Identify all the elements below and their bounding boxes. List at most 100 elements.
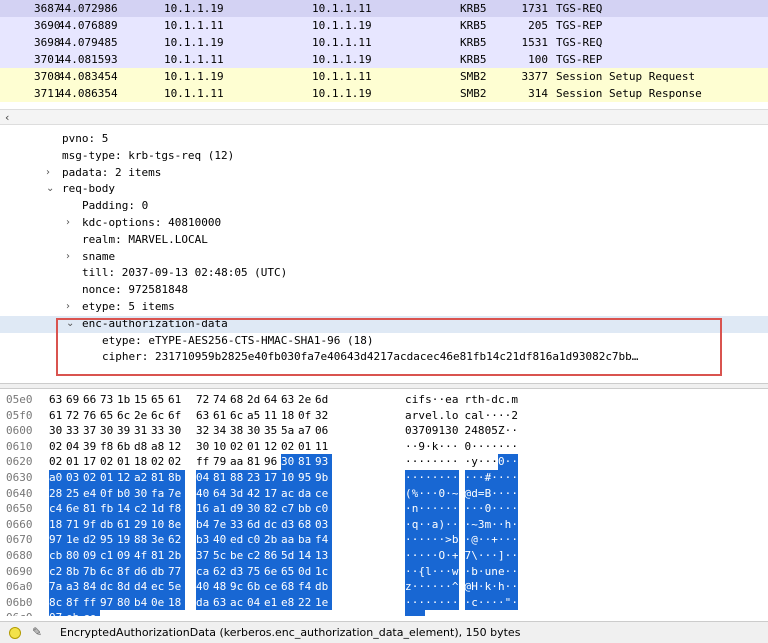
packet-row[interactable]: 3698 44.079485 10.1.1.19 10.1.1.11 KRB5 1531 T… (0, 34, 768, 51)
hex-bytes[interactable]: a0 03 02 01 12 a2 81 8b 04 81 88 23 17 10 95 9b (49, 469, 332, 486)
packet-dst: 10.1.1.19 (312, 19, 372, 32)
hex-ascii[interactable]: ··· (405, 610, 426, 616)
hex-ascii[interactable]: cifs··ea rth-dc.m (405, 392, 518, 408)
hex-offset: 0690 (6, 564, 33, 578)
tree-item[interactable]: › padata: 2 items (0, 165, 768, 182)
hex-ascii[interactable]: ·q··a)·· ·~3m··h· (405, 516, 518, 533)
hex-offset: 06b0 (6, 595, 33, 609)
packet-no: 3701 (34, 53, 61, 66)
pane-splitter[interactable] (0, 383, 768, 389)
hex-ascii[interactable]: ··9·k··· 0······· (405, 439, 518, 455)
packet-proto: KRB5 (460, 2, 487, 15)
hex-bytes[interactable]: cb 80 09 c1 09 4f 81 2b 37 5c be c2 86 5d 14 13 (49, 547, 332, 564)
hex-bytes[interactable]: 30 33 37 30 39 31 33 30 32 34 38 30 35 5a a7 06 (49, 423, 332, 439)
hex-bytes[interactable]: 61 72 76 65 6c 2e 6c 6f 63 61 6c a5 11 18 0f 32 (49, 408, 332, 424)
packet-src: 10.1.1.11 (164, 19, 224, 32)
tree-item[interactable]: till: 2037-09-13 02:48:05 (UTC) (0, 265, 768, 282)
packet-time: 44.079485 (58, 36, 118, 49)
packet-bytes-pane: 05e0 63 69 66 73 1b 15 65 61 72 74 68 2d 64 63 2e 6d cifs… (0, 392, 768, 616)
hex-bytes[interactable]: 02 04 39 f8 6b d8 a8 12 30 10 02 01 12 02 01 11 (49, 439, 332, 455)
expanded-chevron-icon[interactable]: ⌄ (46, 181, 54, 198)
packet-info: TGS-REP (556, 19, 603, 32)
tree-item[interactable]: ⌄ enc-authorization-data (0, 315, 768, 333)
expanded-chevron-icon[interactable]: ⌄ (66, 316, 74, 333)
packet-row[interactable]: 3687 44.072986 10.1.1.19 10.1.1.11 KRB5 1731 T… (0, 0, 768, 17)
packet-row[interactable]: 3708 44.083454 10.1.1.19 10.1.1.11 SMB2 3377 S… (0, 68, 768, 85)
hex-bytes[interactable]: 18 71 9f db 61 29 10 8e b4 7e 33 6d dc d3 68 03 (49, 516, 332, 533)
hex-row: 06a0 7a a3 84 dc 8d d4 ec 5e 40 48 9c 6b ce 68 f4 db z···… (0, 579, 768, 595)
hex-ascii[interactable]: ········ ···#···· (405, 469, 518, 486)
hex-ascii[interactable]: ·n······ ···0···· (405, 501, 518, 517)
hex-offset: 0610 (6, 439, 33, 453)
hex-offset: 0680 (6, 548, 33, 562)
hex-ascii[interactable]: ········ ·c····"· (405, 594, 518, 611)
hex-ascii[interactable]: 03709130 24805Z·· (405, 423, 518, 439)
hex-row: 0660 18 71 9f db 61 29 10 8e b4 7e 33 6d dc d3 68 03 ·q··… (0, 516, 768, 533)
packet-no: 3690 (34, 19, 61, 32)
hex-offset: 0620 (6, 455, 33, 469)
tree-item[interactable]: cipher: 231710959b2825e40fb030fa7e40643d… (0, 349, 768, 366)
hex-ascii[interactable]: z······^ @H·k·h·· (405, 579, 518, 595)
tree-item[interactable]: › sname (0, 249, 768, 266)
packet-no: 3711 (34, 87, 61, 100)
hex-ascii[interactable]: arvel.lo cal····2 (405, 408, 518, 424)
tree-item-label: cipher: 231710959b2825e40fb030fa7e40643d… (102, 350, 639, 364)
hex-ascii[interactable]: (%···0·~ @d=B···· (405, 485, 518, 502)
tree-item[interactable]: › etype: 5 items (0, 299, 768, 316)
hex-bytes[interactable]: 7a a3 84 dc 8d d4 ec 5e 40 48 9c 6b ce 68 f4 db (49, 579, 332, 595)
packet-info: TGS-REQ (556, 2, 603, 15)
hex-ascii[interactable]: ······>b ·@··+··· (405, 532, 518, 548)
hex-ascii[interactable]: ········ ·y···0·· (405, 454, 518, 470)
packet-no: 3708 (34, 70, 61, 83)
tree-item-label: kdc-options: 40810000 (82, 215, 222, 229)
scroll-left-icon[interactable]: ‹ (5, 111, 9, 124)
hex-bytes[interactable]: 02 01 17 02 01 18 02 02 ff 79 aa 81 96 30 81 93 (49, 454, 332, 470)
packet-proto: KRB5 (460, 36, 487, 49)
packet-src: 10.1.1.11 (164, 53, 224, 66)
tree-item[interactable]: › kdc-options: 40810000 (0, 215, 768, 232)
hex-bytes[interactable]: 28 25 e4 0f b0 30 fa 7e 40 64 3d 42 17 ac da ce (49, 485, 332, 502)
collapsed-chevron-icon[interactable]: › (46, 165, 50, 182)
hex-bytes[interactable]: 8c 8f ff 97 80 b4 0e 18 da 63 ac 04 e1 e8 22 1e (49, 594, 332, 611)
packet-info: TGS-REP (556, 53, 603, 66)
packet-row[interactable]: 3701 44.081593 10.1.1.11 10.1.1.19 KRB5 100 TG… (0, 51, 768, 68)
packet-len: 314 (528, 87, 548, 100)
hex-offset: 0600 (6, 424, 33, 438)
tree-item[interactable]: ⌄ req-body (0, 181, 768, 198)
hex-row: 06c0 07ebce ··· (0, 610, 768, 616)
tree-item-label: Padding: 0 (82, 199, 149, 213)
collapsed-chevron-icon[interactable]: › (66, 249, 70, 266)
expert-info-icon[interactable] (9, 627, 21, 639)
hex-row: 0610 02 04 39 f8 6b d8 a8 12 30 10 02 01 12 02 01 11 ··9·… (0, 439, 768, 455)
packet-time: 44.072986 (58, 2, 118, 15)
tree-item[interactable]: Padding: 0 (0, 198, 768, 215)
hex-row: 0600 30 33 37 30 39 31 33 30 32 34 38 30 35 5a a7 06 0370… (0, 423, 768, 439)
horizontal-scrollbar[interactable]: ‹ (0, 109, 768, 125)
packet-row[interactable]: 3690 44.076889 10.1.1.11 10.1.1.19 KRB5 205 TG… (0, 17, 768, 34)
tree-item[interactable]: msg-type: krb-tgs-req (12) (0, 148, 768, 165)
hex-offset: 0670 (6, 533, 33, 547)
tree-item[interactable]: realm: MARVEL.LOCAL (0, 232, 768, 249)
packet-row[interactable]: 3711 44.086354 10.1.1.11 10.1.1.19 SMB2 314 Se… (0, 85, 768, 102)
hex-row: 0620 02 01 17 02 01 18 02 02 ff 79 aa 81 96 30 81 93 ····… (0, 454, 768, 470)
tree-item-label: till: 2037-09-13 02:48:05 (UTC) (82, 266, 288, 280)
tree-item[interactable]: pvno: 5 (0, 131, 768, 148)
packet-details-tree: pvno: 5 msg-type: krb-tgs-req (12) › padata… (0, 131, 768, 379)
hex-bytes[interactable]: c2 8b 7b 6c 8f d6 db 77 ca 62 d3 75 6e 65 0d 1c (49, 563, 332, 580)
hex-bytes[interactable]: 97 1e d2 95 19 88 3e 62 b3 40 ed c0 2b aa ba f4 (49, 532, 332, 548)
hex-bytes[interactable]: 63 69 66 73 1b 15 65 61 72 74 68 2d 64 63 2e 6d (49, 392, 332, 408)
tree-item[interactable]: nonce: 972581848 (0, 282, 768, 299)
packet-dst: 10.1.1.11 (312, 36, 372, 49)
hex-bytes[interactable]: 07ebce (49, 610, 100, 616)
hex-ascii[interactable]: ··{l···w ·b·une·· (405, 563, 518, 580)
packet-src: 10.1.1.19 (164, 70, 224, 83)
edit-comment-icon[interactable]: ✎ (32, 625, 42, 639)
collapsed-chevron-icon[interactable]: › (66, 215, 70, 232)
packet-list: 3687 44.072986 10.1.1.19 10.1.1.11 KRB5 1731 T… (0, 0, 768, 104)
hex-ascii[interactable]: ·····O·+ 7\···]·· (405, 547, 518, 564)
collapsed-chevron-icon[interactable]: › (66, 299, 70, 316)
hex-row: 06b0 8c 8f ff 97 80 b4 0e 18 da 63 ac 04 e1 e8 22 1e ····… (0, 594, 768, 611)
packet-dst: 10.1.1.19 (312, 87, 372, 100)
tree-item[interactable]: etype: eTYPE-AES256-CTS-HMAC-SHA1-96 (18… (0, 333, 768, 350)
hex-bytes[interactable]: c4 6e 81 fb 14 c2 1d f8 16 a1 d9 30 82 c7 bb c0 (49, 501, 332, 517)
